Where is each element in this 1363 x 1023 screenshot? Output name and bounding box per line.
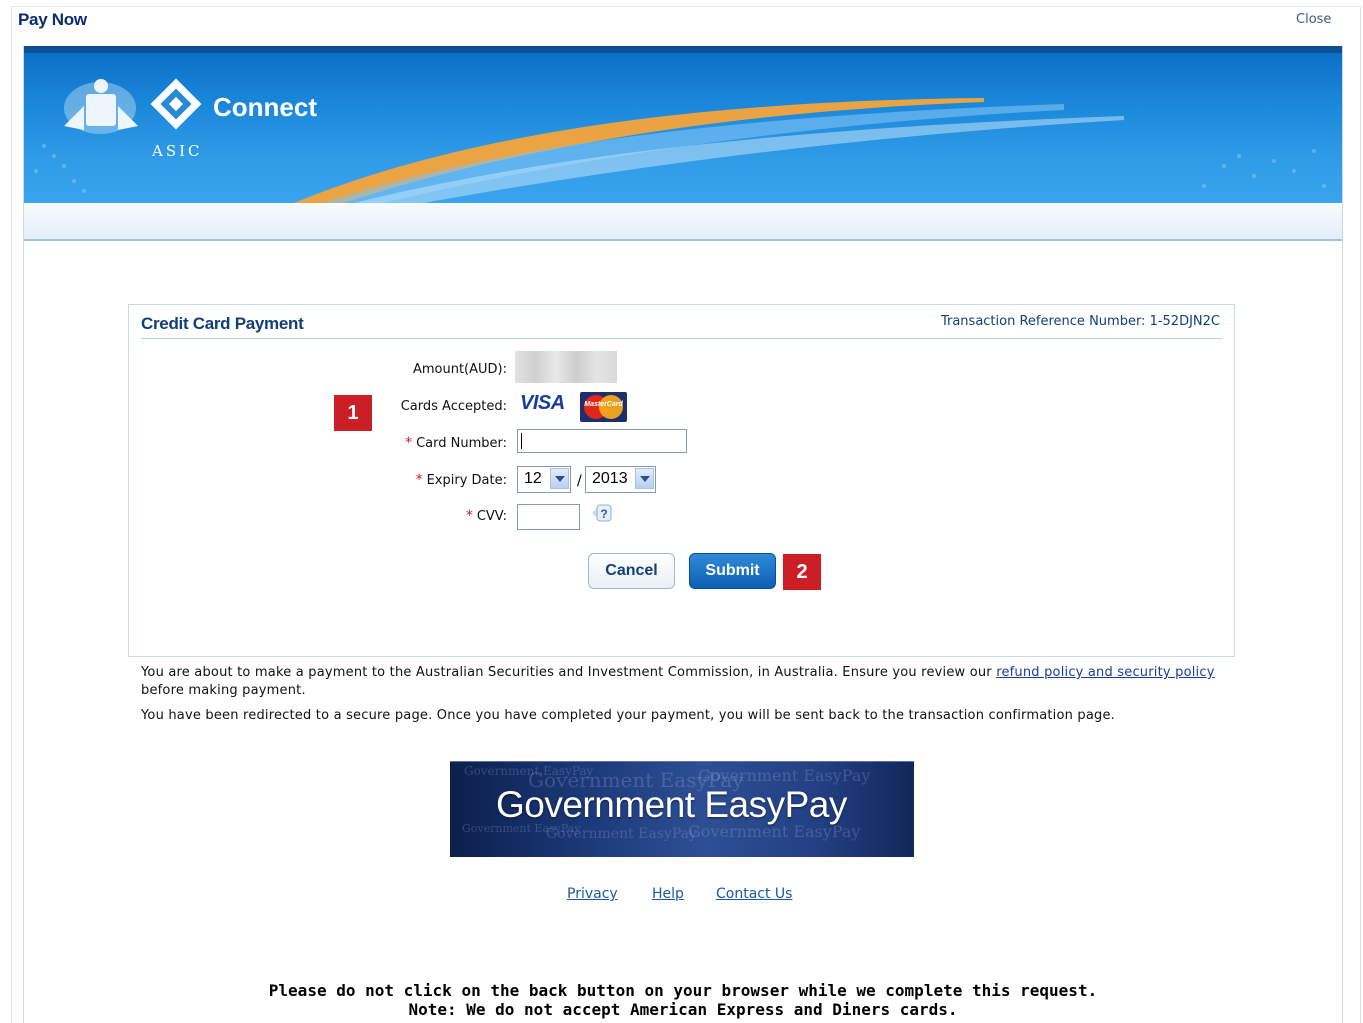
expiry-year-value: 2013 xyxy=(592,470,628,487)
banner-graphic xyxy=(34,78,1326,203)
expiry-separator: / xyxy=(577,473,582,489)
chevron-down-icon[interactable] xyxy=(550,468,569,489)
window-top-border xyxy=(11,6,1361,7)
cards-accepted-label: Cards Accepted: xyxy=(400,399,507,414)
visa-logo: VISA xyxy=(520,392,565,414)
annotation-marker-1: 1 xyxy=(334,395,372,431)
expiry-month-value: 12 xyxy=(524,470,542,487)
easypay-banner: Government EasyPay Government EasyPay Go… xyxy=(450,761,914,857)
contact-us-link[interactable]: Contact Us xyxy=(716,886,792,902)
window-right-border xyxy=(1360,6,1361,1023)
required-marker: * xyxy=(465,508,473,524)
card-restriction-note: Note: We do not accept American Express … xyxy=(408,1000,958,1019)
annotation-marker-2: 2 xyxy=(783,554,821,590)
easypay-watermark: Government EasyPay xyxy=(698,766,871,785)
payment-info-suffix: before making payment. xyxy=(141,683,306,698)
cancel-button[interactable]: Cancel xyxy=(588,553,675,589)
payment-info-intro: You are about to make a payment to the A… xyxy=(141,665,997,680)
privacy-link[interactable]: Privacy xyxy=(567,886,618,902)
expiry-date-label: * Expiry Date: xyxy=(416,472,507,488)
chevron-down-icon[interactable] xyxy=(635,468,654,489)
back-button-warning: Please do not click on the back button o… xyxy=(268,981,1098,1000)
redirect-info-text: You have been redirected to a secure pag… xyxy=(141,708,1115,723)
payment-info-text: You are about to make a payment to the A… xyxy=(141,664,1221,700)
mastercard-logo: MasterCard xyxy=(580,392,627,422)
card-number-label-text: Card Number: xyxy=(416,436,507,451)
required-marker: * xyxy=(405,435,413,451)
cvv-input[interactable] xyxy=(517,504,580,530)
amount-value-masked xyxy=(515,351,617,383)
refund-policy-link[interactable]: refund policy and security policy xyxy=(996,665,1214,680)
amount-label: Amount(AUD): xyxy=(412,362,507,377)
card-number-input[interactable] xyxy=(517,429,687,453)
asic-logo-text: ASIC xyxy=(152,142,203,160)
connect-logo-text: Connect xyxy=(213,92,317,122)
easypay-logo-text: Government EasyPay xyxy=(496,784,847,825)
cvv-label-text: CVV: xyxy=(476,509,507,524)
easypay-watermark: Government EasyPay xyxy=(546,826,697,842)
help-icon[interactable]: ? xyxy=(591,502,613,524)
coat-of-arms-icon xyxy=(64,79,138,134)
text-caret xyxy=(521,433,522,449)
window-left-border xyxy=(11,6,12,1023)
panel-divider xyxy=(141,338,1222,339)
required-marker: * xyxy=(415,472,423,488)
expiry-year-select[interactable]: 2013 xyxy=(585,466,656,493)
banner-subbar xyxy=(24,203,1342,241)
asic-banner: Connect ASIC xyxy=(24,46,1342,203)
panel-title: Credit Card Payment xyxy=(141,314,304,333)
content-frame: Connect ASIC Credit Card Payment Transac… xyxy=(23,46,1343,1023)
help-link[interactable]: Help xyxy=(652,886,684,902)
expiry-date-label-text: Expiry Date: xyxy=(426,473,507,488)
help-icon-text: ? xyxy=(600,507,607,521)
connect-diamond-icon xyxy=(150,78,202,130)
cvv-label: * CVV: xyxy=(466,508,507,524)
credit-card-panel: Credit Card Payment Transaction Referenc… xyxy=(128,304,1235,657)
card-number-label: * Card Number: xyxy=(405,435,507,451)
mastercard-text: MasterCard xyxy=(584,401,623,408)
transaction-reference: Transaction Reference Number: 1-52DJN2C xyxy=(940,314,1220,329)
expiry-month-select[interactable]: 12 xyxy=(517,466,571,493)
submit-button[interactable]: Submit xyxy=(689,553,776,589)
close-link[interactable]: Close xyxy=(1296,12,1331,27)
window-title: Pay Now xyxy=(18,10,87,29)
